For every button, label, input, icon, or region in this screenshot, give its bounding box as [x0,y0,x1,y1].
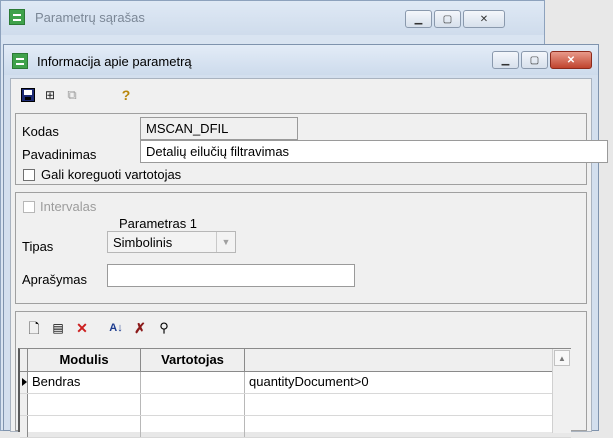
edit-doc-icon: ▤ [52,321,64,335]
cell-vartotojas[interactable] [141,416,245,437]
column-header-modulis[interactable]: Modulis [28,349,141,371]
save-icon [21,88,35,102]
maximize-icon: ▢ [529,54,540,66]
background-titlebar[interactable]: Parametrų sąrašas ▁ ▢ ✕ [1,1,544,35]
clear-filter-icon: ✗ [134,320,146,336]
window-controls: ▁ ▢ ✕ [492,51,592,69]
find-button[interactable]: ⚲ [156,320,172,336]
help-icon: ? [121,87,131,103]
sort-az-icon: A↓ [109,322,123,334]
window-title: Informacija apie parametrą [37,54,192,69]
help-button[interactable]: ? [118,87,134,103]
intervalas-label: Intervalas [40,199,97,214]
close-icon: ✕ [479,13,489,25]
aprasymas-field[interactable] [107,264,355,287]
save-button[interactable] [20,87,36,103]
pavadinimas-field[interactable]: Detalių eilučių filtravimas [140,140,608,163]
minimize-icon: ▁ [501,54,510,66]
window-titlebar[interactable]: Informacija apie parametrą ▁ ▢ ✕ [4,45,598,75]
copy-icon: ⧉ [67,87,77,102]
cell-vartotojas[interactable] [141,394,245,415]
intervalas-checkbox[interactable] [23,201,35,213]
chevron-down-icon[interactable]: ▼ [216,232,235,252]
sort-button[interactable]: A↓ [108,320,124,336]
new-row-button[interactable]: 🗋 [26,320,42,336]
dialog-client-area: ⊞ ⧉ ? Kodas MSCAN_DFIL Pavadinimas Detal… [10,78,608,438]
pavadinimas-label: Pavadinimas [22,147,97,162]
indicator-header [20,349,28,371]
cell-modulis[interactable]: Bendras [28,372,141,393]
aprasymas-label: Aprašymas [22,272,88,287]
grid-vertical-scrollbar[interactable]: ▲ [552,349,571,433]
grid-toolbar: 🗋 ▤ ✕ A↓ ✗ ⚲ [26,320,172,336]
cell-vartotojas[interactable] [141,372,245,393]
row-indicator [20,394,28,415]
gali-koreguoti-label[interactable]: Gali koreguoti vartotojas [41,167,181,182]
table-row[interactable]: Bendras quantityDocument>0 [20,372,571,394]
background-window-controls: ▁ ▢ ✕ [405,10,505,28]
tipas-label: Tipas [22,239,54,254]
new-doc-icon: 🗋 [28,320,40,336]
clear-filter-button[interactable]: ✗ [132,320,148,336]
find-icon: ⚲ [159,320,169,335]
column-header-vartotojas[interactable]: Vartotojas [141,349,245,371]
general-info-group: Kodas MSCAN_DFIL Pavadinimas Detalių eil… [15,113,608,185]
cell-value[interactable] [245,416,552,437]
kodas-label: Kodas [22,124,59,139]
parameter-group: Intervalas Parametras 1 Tipas Simbolinis… [15,192,587,304]
main-toolbar: ⊞ ⧉ ? [20,85,134,105]
copy-button[interactable]: ⧉ [64,87,80,103]
gali-koreguoti-checkbox[interactable] [23,169,35,181]
maximize-button[interactable]: ▢ [434,10,461,28]
row-indicator [20,372,28,393]
delete-row-button[interactable]: ✕ [74,320,90,336]
column-header-value[interactable] [245,349,552,371]
current-row-arrow-icon [22,378,27,386]
app-icon [9,9,25,25]
background-window-title: Parametrų sąrašas [35,10,145,25]
parametras-heading: Parametras 1 [119,216,198,231]
cell-value[interactable]: quantityDocument>0 [245,372,552,393]
tipas-select[interactable]: Simbolinis ▼ [107,231,236,253]
cell-modulis[interactable] [28,416,141,437]
delete-icon: ✕ [76,320,88,336]
row-indicator [20,416,28,437]
table-row[interactable] [20,416,571,438]
edit-row-button[interactable]: ▤ [50,320,66,336]
cell-value[interactable] [245,394,552,415]
table-row[interactable] [20,394,571,416]
tipas-value: Simbolinis [113,235,173,250]
minimize-button[interactable]: ▁ [492,51,519,69]
maximize-icon: ▢ [442,13,453,25]
close-button[interactable]: ✕ [463,10,505,28]
tree-link-button[interactable]: ⊞ [42,87,58,103]
grid-header: Modulis Vartotojas [20,349,571,372]
close-button[interactable]: ✕ [550,51,592,69]
parameter-info-window: Informacija apie parametrą ▁ ▢ ✕ ⊞ ⧉ ? K… [3,44,608,438]
chevron-up-icon: ▲ [558,353,566,363]
app-icon [12,53,28,69]
cell-modulis[interactable] [28,394,141,415]
tree-link-icon: ⊞ [44,88,56,102]
close-icon: ✕ [566,54,576,66]
values-grid[interactable]: Modulis Vartotojas Bendras quantityDocum… [18,348,571,438]
minimize-icon: ▁ [414,13,423,25]
minimize-button[interactable]: ▁ [405,10,432,28]
maximize-button[interactable]: ▢ [521,51,548,69]
kodas-field: MSCAN_DFIL [140,117,298,140]
values-grid-group: 🗋 ▤ ✕ A↓ ✗ ⚲ Modulis Vartotojas Bendras [15,311,587,438]
scroll-up-button[interactable]: ▲ [554,350,570,366]
